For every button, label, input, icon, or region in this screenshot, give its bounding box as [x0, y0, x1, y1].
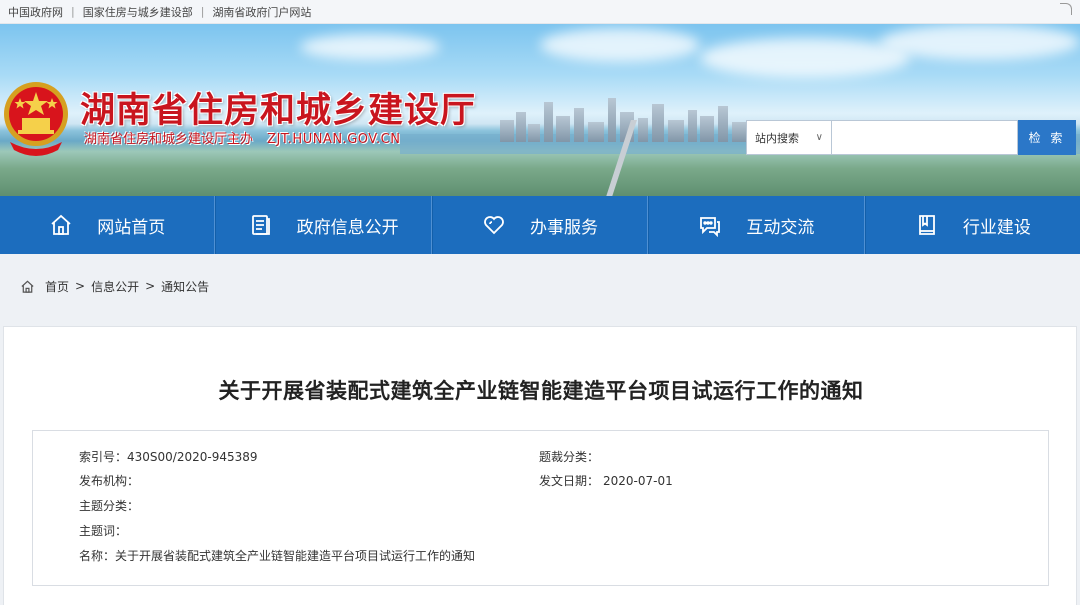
meta-label: 发文日期： [539, 474, 600, 488]
nav-label: 网站首页 [97, 217, 166, 238]
meta-name: 名称：关于开展省装配式建筑全产业链智能建造平台项目试运行工作的通知 [79, 547, 475, 564]
chevron-down-icon: ∨ [815, 132, 823, 143]
search-scope-select[interactable]: 站内搜索 ∨ [746, 120, 832, 155]
article-meta-box: 索引号：430S00/2020-945389 题裁分类： 发布机构： 发文日期：… [32, 430, 1049, 586]
national-emblem-icon [4, 82, 68, 156]
nav-item-gov-info[interactable]: 政府信息公开 [215, 196, 432, 254]
site-title: 湖南省住房和城乡建设厅 [80, 90, 477, 131]
nav-label: 办事服务 [530, 217, 599, 238]
link-mohurd[interactable]: 国家住房与城乡建设部 [83, 4, 193, 20]
search-scope-label: 站内搜索 [755, 131, 799, 145]
search-input[interactable] [832, 120, 1018, 155]
link-hunan-gov[interactable]: 湖南省政府门户网站 [212, 4, 311, 20]
book-icon [918, 215, 935, 235]
chat-icon [700, 217, 721, 237]
breadcrumb-separator: > [145, 279, 156, 293]
meta-topic: 主题分类： [79, 497, 139, 514]
corner-decoration [1060, 3, 1072, 15]
site-domain: ZJT.HUNAN.GOV.CN [267, 132, 401, 147]
search-button[interactable]: 检 索 [1018, 120, 1076, 155]
main-nav: 网站首页 政府信息公开 办事服务 互动交流 行业建设 [0, 196, 1080, 254]
site-subtitle: 湖南省住房和城乡建设厅主办 ZJT.HUNAN.GOV.CN [84, 128, 400, 147]
nav-item-interaction[interactable]: 互动交流 [648, 196, 865, 254]
document-icon [251, 215, 270, 235]
nav-item-home[interactable]: 网站首页 [0, 196, 216, 254]
header-banner: 湖南省住房和城乡建设厅 湖南省住房和城乡建设厅主办 ZJT.HUNAN.GOV.… [0, 24, 1080, 196]
nav-label: 行业建设 [962, 217, 1031, 238]
breadcrumb-home[interactable]: 首页 [45, 278, 69, 295]
article-panel: 关于开展省装配式建筑全产业链智能建造平台项目试运行工作的通知 索引号：430S0… [3, 326, 1077, 605]
meta-label: 索引号： [79, 450, 128, 464]
breadcrumb: 首页 > 信息公开 > 通知公告 [0, 254, 1080, 326]
separator: | [71, 5, 75, 18]
home-icon [51, 214, 71, 235]
separator: | [200, 5, 205, 18]
meta-date: 发文日期： 2020-07-01 [539, 472, 673, 489]
meta-label: 题裁分类： [539, 450, 600, 464]
meta-label: 名称： [79, 549, 116, 563]
meta-label: 主题词： [79, 524, 128, 538]
nav-label: 互动交流 [746, 217, 815, 238]
nav-item-industry[interactable]: 行业建设 [864, 196, 1080, 254]
site-search: 站内搜索 ∨ 检 索 [746, 120, 1076, 155]
meta-category: 题裁分类： [539, 448, 599, 465]
link-gov-cn[interactable]: 中国政府网 [8, 4, 63, 20]
sponsor-text: 湖南省住房和城乡建设厅主办 [84, 132, 254, 147]
heart-icon [484, 216, 504, 235]
breadcrumb-notices[interactable]: 通知公告 [161, 278, 209, 295]
meta-label: 发布机构： [79, 474, 140, 488]
top-links-bar: 中国政府网 | 国家住房与城乡建设部 | 湖南省政府门户网站 [0, 0, 1080, 24]
nav-label: 政府信息公开 [296, 217, 399, 238]
breadcrumb-info-public[interactable]: 信息公开 [91, 278, 139, 295]
breadcrumb-separator: > [75, 279, 86, 293]
nav-item-services[interactable]: 办事服务 [431, 196, 649, 254]
meta-value: 关于开展省装配式建筑全产业链智能建造平台项目试运行工作的通知 [115, 549, 476, 563]
meta-index: 索引号：430S00/2020-945389 [79, 448, 258, 465]
article-title: 关于开展省装配式建筑全产业链智能建造平台项目试运行工作的通知 [218, 379, 864, 403]
meta-publisher: 发布机构： [79, 472, 139, 489]
meta-label: 主题分类： [79, 499, 140, 513]
home-icon [21, 280, 34, 293]
meta-keywords: 主题词： [79, 522, 127, 539]
meta-value: 430S00/2020-945389 [127, 450, 258, 464]
meta-value: 2020-07-01 [603, 474, 673, 488]
